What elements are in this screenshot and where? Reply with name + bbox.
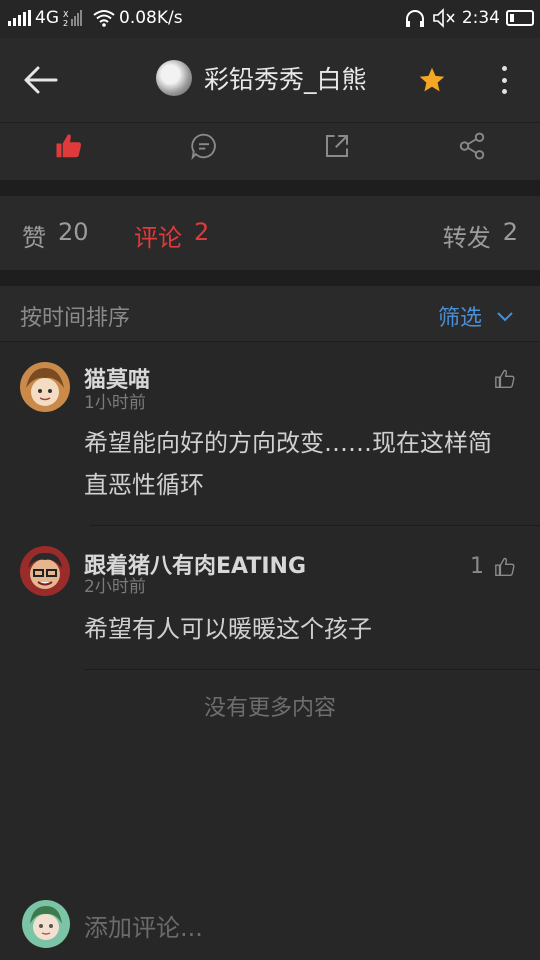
comments-count: 2 (194, 218, 210, 246)
svg-text:2: 2 (63, 19, 68, 27)
network-speed: 0.08K/s (119, 8, 183, 28)
like-button[interactable] (54, 131, 84, 161)
thumbs-up-outline-icon (495, 557, 515, 576)
share-nodes-icon (459, 132, 485, 160)
page-title: 彩铅秀秀_白熊 (204, 65, 367, 94)
avatar-image (22, 900, 70, 948)
comment-like-button[interactable]: 1 (470, 554, 516, 579)
back-button[interactable] (20, 60, 64, 100)
clock: 2:34 (461, 8, 500, 28)
network-type: 4G (35, 8, 59, 28)
favorite-button[interactable] (418, 66, 446, 94)
app-bar: 彩铅秀秀_白熊 (0, 38, 540, 122)
avatar-image (20, 546, 70, 596)
reposts-count: 2 (502, 218, 518, 246)
thumbs-up-icon (56, 134, 81, 158)
avatar-image (20, 362, 70, 412)
title-block[interactable]: 彩铅秀秀_白熊 (156, 60, 367, 96)
comment-icon (191, 133, 216, 161)
comment-item: 猫莫喵 1小时前 希望能向好的方向改变……现在这样简直恶性循环 (0, 342, 540, 526)
reposts-tab[interactable]: 转发 2 (443, 218, 518, 253)
comment-input-bar: 添加评论... (0, 890, 540, 960)
comments-label: 评论 (134, 224, 182, 252)
likes-tab[interactable]: 赞 20 (22, 218, 89, 253)
sort-order-label[interactable]: 按时间排序 (20, 300, 130, 332)
share-button[interactable] (457, 131, 487, 161)
status-left: 4G X 2 0.08K/s (8, 8, 183, 28)
status-right: 2:34 (404, 8, 534, 28)
star-icon (419, 67, 445, 92)
more-button[interactable] (494, 62, 514, 98)
mute-icon (433, 8, 455, 28)
likes-label: 赞 (22, 224, 46, 252)
comment-item: 跟着猪八有肉EATING 2小时前 1 希望有人可以暖暖这个孩子 (0, 526, 540, 670)
action-bar (0, 122, 540, 180)
comment-text: 希望能向好的方向改变……现在这样简直恶性循环 (84, 429, 492, 499)
sort-bar: 按时间排序 筛选 (0, 286, 540, 342)
comment-button[interactable] (189, 131, 219, 161)
svg-text:X: X (63, 10, 69, 19)
avatar[interactable] (20, 362, 70, 412)
battery-icon (506, 10, 534, 26)
comment-like-count: 1 (470, 554, 484, 579)
more-vertical-icon (501, 66, 507, 71)
filter-button[interactable]: 筛选 (438, 300, 514, 332)
comments-tab[interactable]: 评论 2 (134, 218, 209, 253)
section-divider (0, 180, 540, 196)
sim-signal-icon: X 2 (63, 10, 82, 27)
reposts-label: 转发 (442, 224, 491, 252)
status-bar: 4G X 2 0.08K/s 2:34 (0, 0, 540, 38)
comment-divider (84, 669, 540, 670)
comment-time: 1小时前 (84, 393, 146, 413)
comment-text: 希望有人可以暖暖这个孩子 (84, 615, 372, 643)
arrow-left-icon (24, 66, 58, 94)
headphones-icon (405, 10, 424, 27)
filter-label: 筛选 (437, 306, 482, 331)
stats-bar: 赞 20 评论 2 转发 2 (0, 196, 540, 270)
thumbs-up-outline-icon (495, 369, 515, 388)
avatar[interactable] (22, 900, 70, 948)
avatar[interactable] (156, 60, 192, 96)
repost-button[interactable] (322, 131, 352, 161)
wifi-icon (93, 10, 115, 27)
section-divider (0, 270, 540, 286)
avatar[interactable] (20, 546, 70, 596)
external-share-icon (326, 135, 348, 157)
likes-count: 20 (58, 218, 89, 246)
comment-time: 2小时前 (84, 577, 146, 597)
comment-like-button[interactable] (484, 368, 516, 390)
chevron-down-icon (497, 312, 513, 322)
no-more-content-label: 没有更多内容 (203, 696, 336, 721)
signal-icon (8, 10, 31, 26)
comment-input[interactable]: 添加评论... (84, 908, 203, 943)
